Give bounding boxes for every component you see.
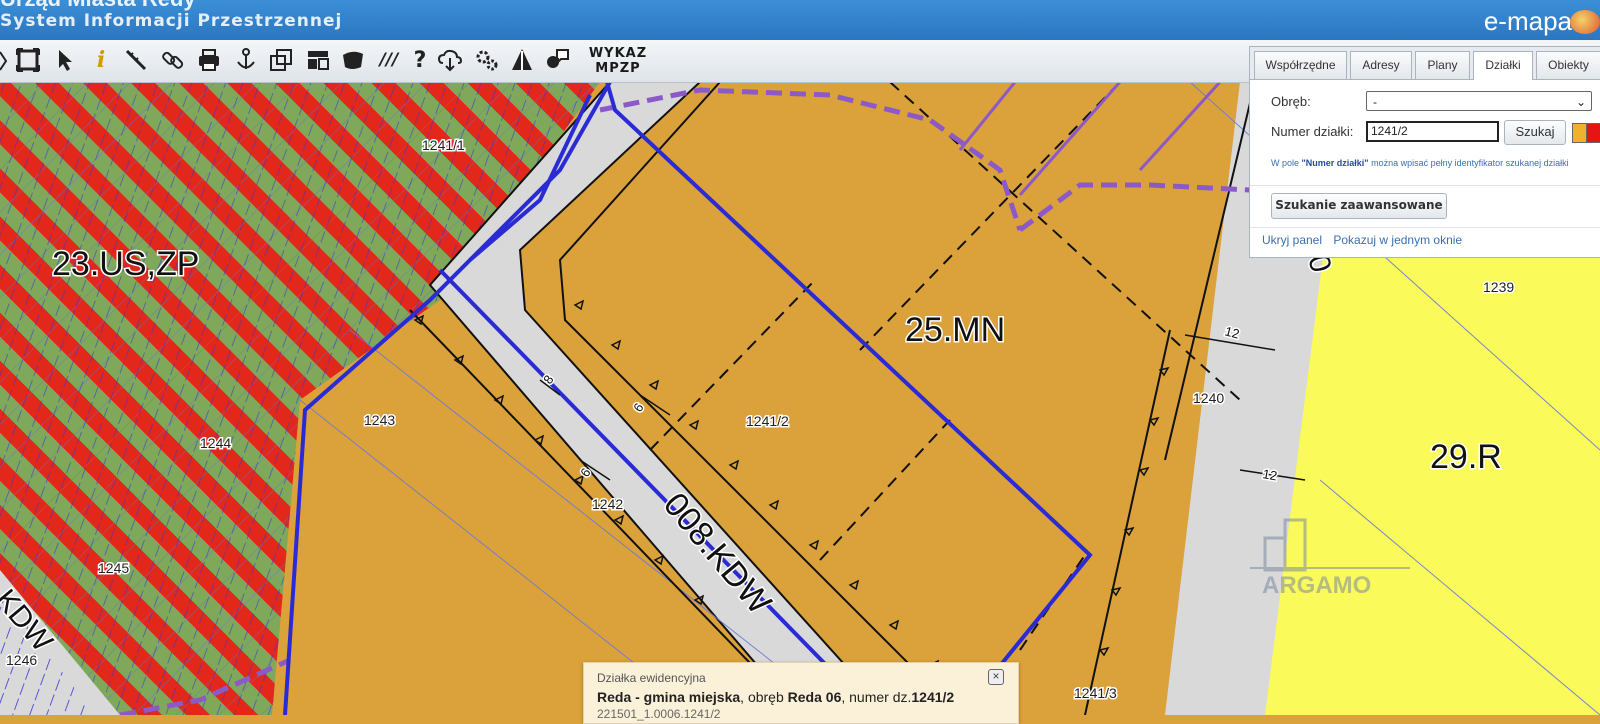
popup-description: Reda - gmina miejska, obręb Reda 06, num…: [597, 689, 955, 705]
single-window-link[interactable]: Pokazuj w jednym oknie: [1333, 233, 1462, 247]
color-swatch-red[interactable]: [1586, 123, 1600, 143]
parcel-label: 1241/1: [422, 137, 465, 153]
cloud-download-icon[interactable]: [437, 47, 463, 73]
obreb-value: -: [1373, 95, 1377, 109]
link-icon[interactable]: [160, 47, 186, 73]
parcel-label: 1245: [98, 560, 129, 576]
layout-icon[interactable]: [305, 47, 331, 73]
parcel-label: 1241/2: [746, 413, 789, 429]
parcel-label: 1244: [200, 435, 231, 451]
panel-links: Ukryj panel Pokazuj w jednym oknie: [1262, 233, 1470, 247]
numer-label: Numer działki:: [1271, 124, 1354, 139]
triangle-icon[interactable]: [509, 47, 535, 73]
parcel-label: 1239: [1483, 279, 1514, 295]
parcel-label: 1241/3: [1074, 685, 1117, 701]
parcel-label: 1243: [364, 412, 395, 428]
brand-logo: e-mapa: [1483, 6, 1572, 36]
anchor-icon[interactable]: [233, 47, 259, 73]
measure-icon[interactable]: [123, 47, 149, 73]
hide-panel-link[interactable]: Ukryj panel: [1262, 233, 1322, 247]
tab-wspolrzedne[interactable]: Współrzędne: [1254, 51, 1347, 79]
parcel-label: 1240: [1193, 390, 1224, 406]
search-button[interactable]: Szukaj: [1504, 120, 1566, 145]
tab-obiekty[interactable]: Obiekty: [1536, 51, 1600, 79]
zone-label: 25.MN: [905, 311, 1005, 349]
panel-divider: [1250, 185, 1600, 186]
advanced-search-button[interactable]: Szukanie zaawansowane: [1271, 193, 1447, 219]
tab-plany[interactable]: Plany: [1415, 51, 1470, 79]
hatch-icon[interactable]: ///: [376, 47, 402, 73]
help-icon[interactable]: ?: [407, 47, 433, 73]
tab-dzialki[interactable]: Działki: [1473, 51, 1533, 80]
popup-parcel-id: 221501_1.0006.1241/2: [597, 707, 721, 721]
zoom-extent-icon[interactable]: [15, 47, 41, 73]
app-subtitle: System Informacji Przestrzennej: [0, 11, 343, 31]
watermark-text: ARGAMO: [1262, 572, 1371, 599]
mpzp-label: MPZP: [595, 61, 641, 76]
parcel-label: 1242: [592, 496, 623, 512]
wykaz-label: WYKAZ: [588, 46, 648, 61]
tab-adresy[interactable]: Adresy: [1350, 51, 1412, 79]
panel-tabs: Współrzędne Adresy Plany Działki Obiekty: [1250, 47, 1600, 80]
hint-text: W pole "Numer działki" można wpisać pełn…: [1271, 158, 1569, 168]
parcel-number-input[interactable]: 1241/2: [1366, 121, 1499, 142]
dimension-label: 12: [1261, 466, 1278, 483]
shape-icon[interactable]: [340, 47, 366, 73]
obreb-select[interactable]: - ⌄: [1366, 91, 1592, 111]
print-icon[interactable]: [196, 47, 222, 73]
comment-icon[interactable]: [545, 47, 571, 73]
panel-divider: [1250, 227, 1600, 228]
zone-label: 29.R: [1430, 438, 1502, 476]
app-header: Urząd Miasta Redy System Informacji Prze…: [0, 0, 1600, 40]
globe-icon: [1570, 10, 1600, 34]
wykaz-mpzp-button[interactable]: WYKAZ MPZP: [587, 46, 649, 76]
settings-icon[interactable]: [474, 47, 500, 73]
popup-title: Działka ewidencyjna: [597, 671, 706, 685]
chevron-down-icon: ⌄: [1575, 95, 1586, 109]
zone-label: 23.US,ZP: [52, 245, 199, 283]
pan-icon[interactable]: [0, 48, 8, 74]
search-panel: Współrzędne Adresy Plany Działki Obiekty…: [1249, 46, 1600, 258]
obreb-label: Obręb:: [1271, 94, 1311, 109]
info-icon[interactable]: i: [88, 47, 114, 73]
layers-icon[interactable]: [268, 47, 294, 73]
close-icon[interactable]: ×: [988, 669, 1004, 685]
select-arrow-icon[interactable]: [52, 47, 78, 73]
parcel-label: 1246: [6, 652, 37, 668]
